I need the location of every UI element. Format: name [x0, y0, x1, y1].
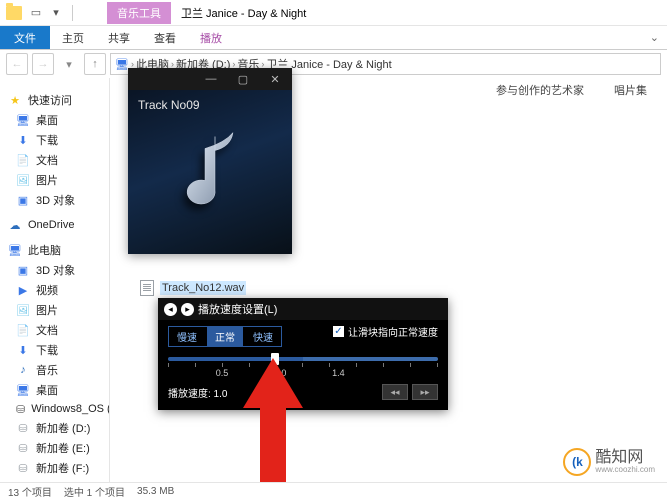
status-bar: 13 个项目 选中 1 个项目 35.3 MB [0, 482, 667, 500]
tab-home[interactable]: 主页 [50, 26, 96, 50]
onedrive-group[interactable]: ☁OneDrive [0, 216, 109, 234]
picture-icon: 🖼 [16, 303, 30, 317]
drive-icon: ⛁ [16, 402, 25, 416]
nav-pc-drive-e[interactable]: ⛁新加卷 (E:) [0, 438, 109, 458]
desktop-icon: 🖥 [16, 113, 30, 127]
tab-view[interactable]: 查看 [142, 26, 188, 50]
main-area: ★快速访问 🖥桌面 ⬇下载 📄文档 🖼图片 ▣3D 对象 ☁OneDrive 🖥… [0, 78, 667, 482]
next-setting-icon[interactable]: ▸ [181, 303, 194, 316]
ribbon-context-label: 音乐工具 [107, 2, 171, 24]
window-title: 卫兰 Janice - Day & Night [181, 5, 306, 21]
nav-pc-downloads[interactable]: ⬇下载 [0, 340, 109, 360]
player-titlebar[interactable]: — ▢ ✕ [128, 68, 292, 90]
speed-presets: 慢速 正常 快速 [168, 326, 282, 347]
speed-dialog-title: 播放速度设置(L) [198, 301, 277, 317]
qat-properties[interactable]: ▭ [28, 5, 44, 21]
folder-icon [6, 6, 22, 20]
preset-normal[interactable]: 正常 [207, 327, 243, 346]
col-album: 唱片集 [614, 82, 647, 98]
track-title: Track No09 [138, 98, 200, 112]
nav-pc-drive-f[interactable]: ⛁新加卷 (F:) [0, 458, 109, 478]
window-titlebar: ▭ ▾ 音乐工具 卫兰 Janice - Day & Night [0, 0, 667, 26]
document-icon: 📄 [16, 323, 30, 337]
preset-fast[interactable]: 快速 [245, 327, 281, 346]
ribbon-expand-icon[interactable]: ⌄ [650, 31, 659, 44]
player-minimize-button[interactable]: — [196, 70, 226, 88]
album-art: Track No09 [128, 90, 292, 254]
cube-icon: ▣ [16, 193, 30, 207]
player-maximize-button[interactable]: ▢ [228, 70, 258, 88]
nav-pc-desktop[interactable]: 🖥桌面 [0, 380, 109, 400]
navigation-pane: ★快速访问 🖥桌面 ⬇下载 📄文档 🖼图片 ▣3D 对象 ☁OneDrive 🖥… [0, 78, 110, 482]
nav-pc-docs[interactable]: 📄文档 [0, 320, 109, 340]
address-bar: ← → ▾ ↑ 🖥› 此电脑› 新加卷 (D:)› 音乐› 卫兰 Janice … [0, 50, 667, 78]
media-player-window[interactable]: — ▢ ✕ Track No09 [128, 68, 292, 254]
status-selected: 选中 1 个项目 [64, 484, 125, 499]
desktop-icon: 🖥 [16, 383, 30, 397]
this-pc-group[interactable]: 🖥此电脑 [0, 240, 109, 260]
file-name: Track_No12.wav [160, 281, 246, 295]
nav-recent-button[interactable]: ▾ [58, 53, 80, 75]
watermark-cn: 酷知网 [595, 450, 655, 466]
file-tab[interactable]: 文件 [0, 26, 50, 49]
nav-desktop[interactable]: 🖥桌面 [0, 110, 109, 130]
picture-icon: 🖼 [16, 173, 30, 187]
drive-icon: ⛁ [16, 461, 30, 475]
status-item-count: 13 个项目 [8, 484, 52, 499]
checkbox-label: 让滑块指向正常速度 [348, 324, 438, 339]
nav-pc-pictures[interactable]: 🖼图片 [0, 300, 109, 320]
nav-pc-drive-c[interactable]: ⛁Windows8_OS ( [0, 400, 109, 418]
cube-icon: ▣ [16, 263, 30, 277]
nav-3d[interactable]: ▣3D 对象 [0, 190, 109, 210]
preset-slow[interactable]: 慢速 [169, 327, 205, 346]
watermark: (k 酷知网 www.coozhi.com [563, 448, 655, 476]
nav-pictures[interactable]: 🖼图片 [0, 170, 109, 190]
nav-forward-button[interactable]: → [32, 53, 54, 75]
file-icon [140, 280, 154, 296]
watermark-en: www.coozhi.com [595, 466, 655, 474]
drive-icon: ⛁ [16, 441, 30, 455]
nav-pc-drive-d[interactable]: ⛁新加卷 (D:) [0, 418, 109, 438]
separator [72, 5, 73, 21]
speed-dialog-header[interactable]: ◂ ▸ 播放速度设置(L) [158, 298, 448, 320]
nav-downloads[interactable]: ⬇下载 [0, 130, 109, 150]
playback-speed-dialog[interactable]: ◂ ▸ 播放速度设置(L) 慢速 正常 快速 ✓ 让滑块指向正常速度 [158, 298, 448, 410]
tab-share[interactable]: 共享 [96, 26, 142, 50]
speed-readout: 播放速度: 1.0 [168, 385, 227, 400]
slider-thumb[interactable] [271, 353, 279, 365]
music-note-icon [175, 129, 245, 222]
checkbox-icon[interactable]: ✓ [333, 326, 344, 337]
ribbon-tabs: 文件 主页 共享 查看 播放 ⌄ [0, 26, 667, 50]
qat-new[interactable]: ▾ [48, 5, 64, 21]
drive-icon: ⛁ [16, 421, 30, 435]
speed-slider[interactable]: 0.5 1.0 1.4 [168, 357, 438, 378]
video-icon: ▶ [16, 283, 30, 297]
cloud-icon: ☁ [8, 218, 22, 232]
snap-checkbox-row[interactable]: ✓ 让滑块指向正常速度 [333, 324, 438, 339]
nav-back-button[interactable]: ← [6, 53, 28, 75]
col-artist: 参与创作的艺术家 [496, 82, 584, 98]
nav-up-button[interactable]: ↑ [84, 53, 106, 75]
download-icon: ⬇ [16, 133, 30, 147]
star-icon: ★ [8, 93, 22, 107]
player-close-button[interactable]: ✕ [260, 70, 290, 88]
nav-documents[interactable]: 📄文档 [0, 150, 109, 170]
column-headers[interactable]: 参与创作的艺术家 唱片集 [476, 78, 667, 102]
pc-icon: 🖥 [8, 243, 22, 257]
nav-pc-music[interactable]: ♪音乐 [0, 360, 109, 380]
prev-setting-icon[interactable]: ◂ [164, 303, 177, 316]
quick-access-group[interactable]: ★快速访问 [0, 90, 109, 110]
file-list-area: 参与创作的艺术家 唱片集 Track_No12.wav — ▢ ✕ Track … [110, 78, 667, 482]
watermark-logo: (k [563, 448, 591, 476]
music-icon: ♪ [16, 363, 30, 377]
tab-play[interactable]: 播放 [188, 26, 234, 50]
nav-pc-video[interactable]: ▶视频 [0, 280, 109, 300]
download-icon: ⬇ [16, 343, 30, 357]
nav-pc-3d[interactable]: ▣3D 对象 [0, 260, 109, 280]
document-icon: 📄 [16, 153, 30, 167]
status-size: 35.3 MB [137, 486, 174, 497]
prev-track-button[interactable]: ◂◂ [382, 384, 408, 400]
list-item[interactable]: Track_No12.wav [140, 280, 246, 296]
next-track-button[interactable]: ▸▸ [412, 384, 438, 400]
